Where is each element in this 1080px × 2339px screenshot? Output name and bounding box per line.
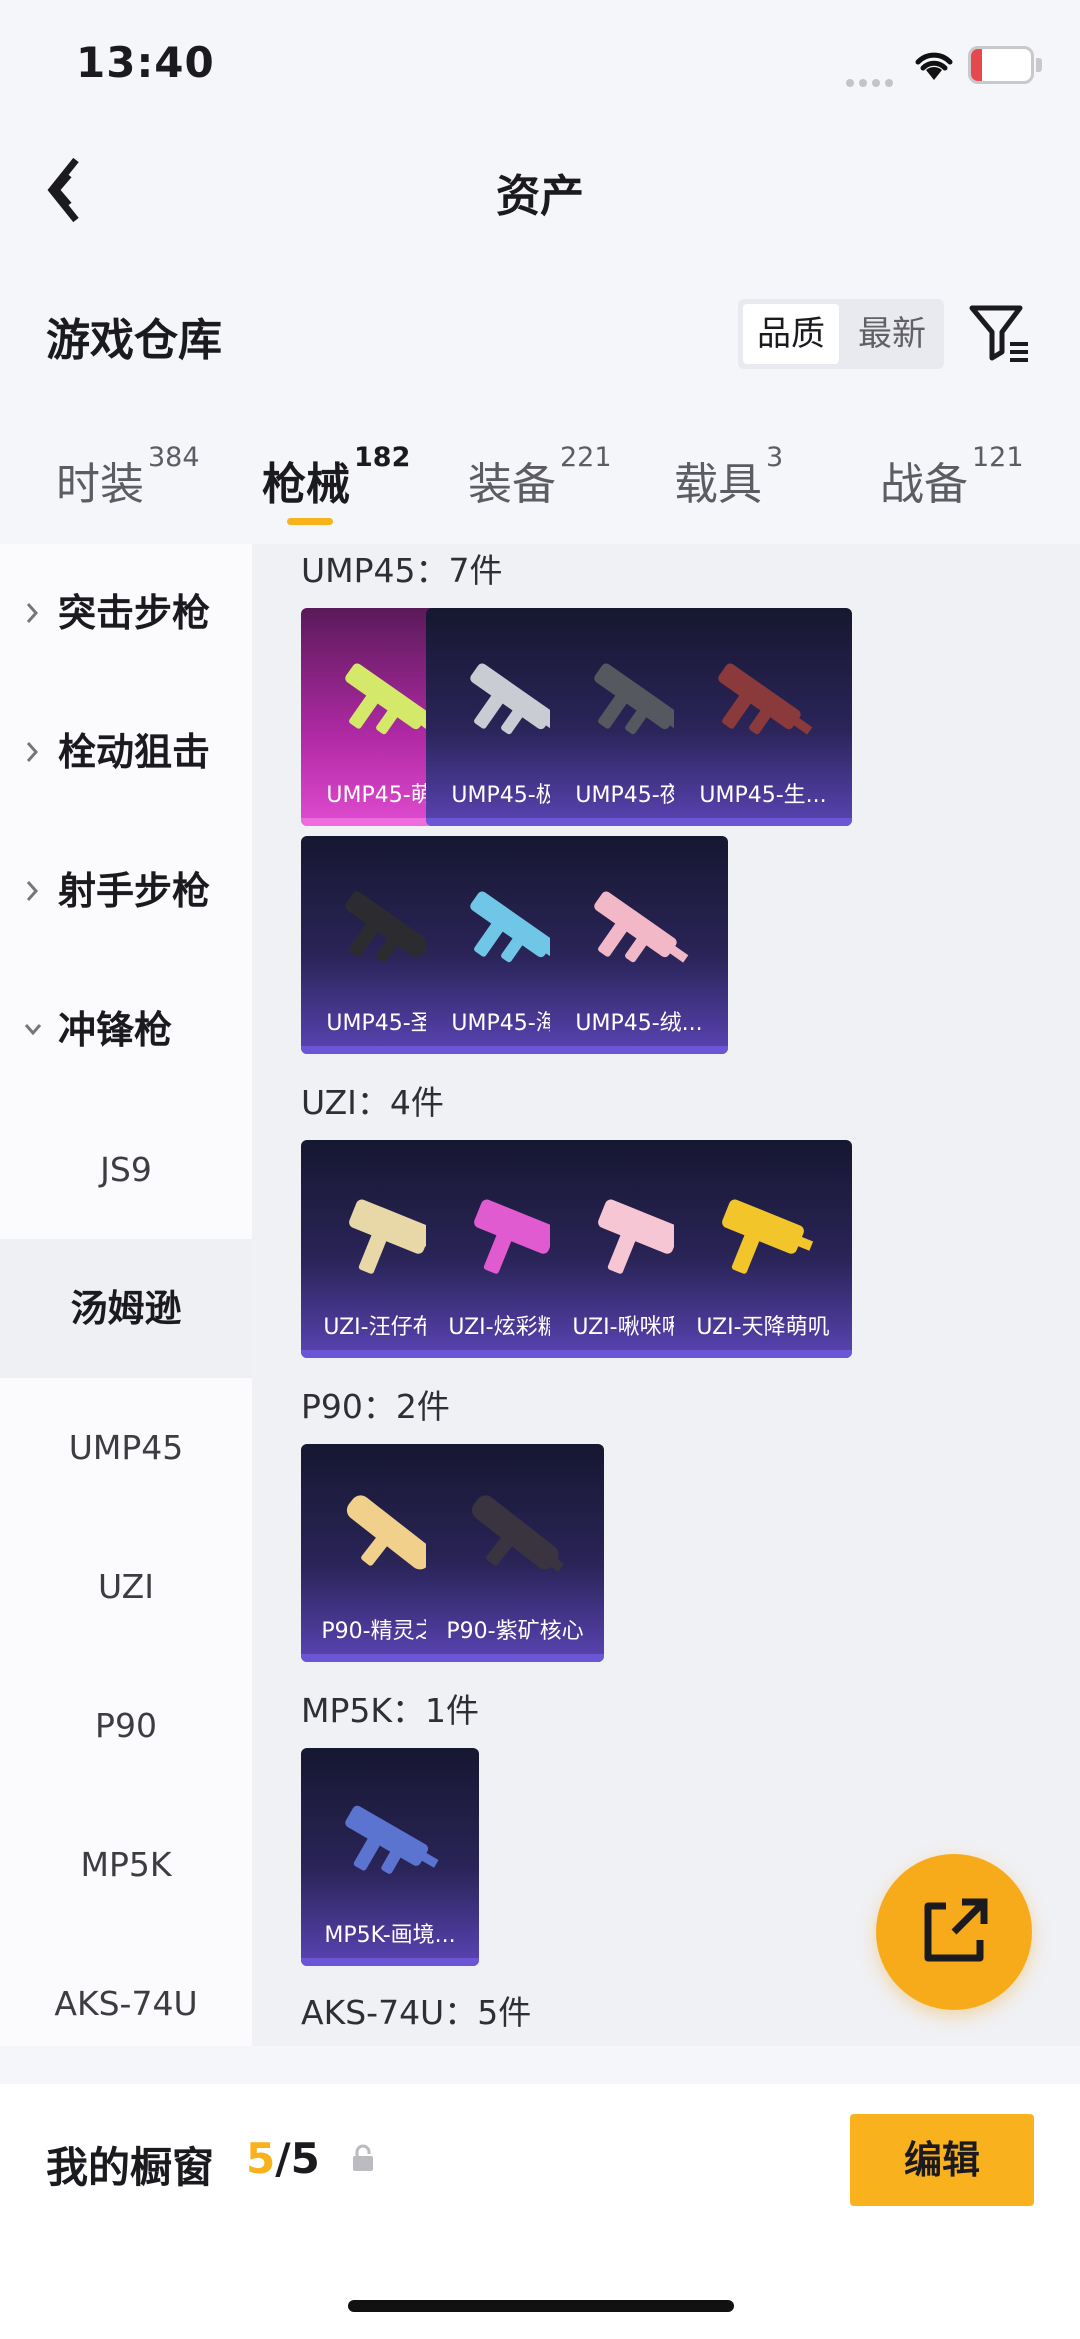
chevron-down-icon (24, 1024, 42, 1036)
tab-vehicles[interactable]: 载具3 (674, 442, 783, 512)
tab-count: 221 (560, 442, 612, 473)
sidebar-category-smg[interactable]: 冲锋枪 (0, 961, 252, 1100)
rarity-strip (426, 1654, 604, 1662)
tab-indicator (287, 518, 333, 525)
chevron-right-icon (26, 881, 39, 901)
item-card[interactable]: P90-紫矿核心 (426, 1444, 604, 1662)
battery-cap (1036, 58, 1042, 72)
sort-toggle: 品质 最新 (738, 299, 944, 369)
tab-count: 3 (766, 442, 784, 473)
tab-count: 182 (354, 442, 411, 473)
rarity-strip (674, 1350, 852, 1358)
tab-skins[interactable]: 时装384 (56, 442, 200, 512)
tab-firearms[interactable]: 枪械182 (262, 442, 410, 512)
rarity-strip (674, 818, 852, 826)
item-card[interactable]: UZI-天降萌叽 (674, 1140, 852, 1358)
filter-icon[interactable] (968, 300, 1032, 364)
showcase-count: 5/5 (246, 2134, 320, 2183)
sort-newest-button[interactable]: 最新 (844, 304, 940, 364)
tab-gear[interactable]: 装备221 (468, 442, 612, 512)
showcase-label: 我的橱窗 (46, 2143, 215, 2192)
p90-icon (471, 1495, 565, 1573)
item-name: P90-紫矿核心 (446, 1619, 584, 1644)
sidebar-item-js9[interactable]: JS9 (0, 1100, 252, 1239)
status-time: 13:40 (76, 38, 215, 87)
item-name: MP5K-画境... (324, 1923, 456, 1948)
wifi-icon (915, 52, 953, 80)
sidebar-category-dmr[interactable]: 射手步枪 (0, 822, 252, 961)
group-title: UMP45：7件 (301, 551, 503, 590)
sidebar: 突击步枪 栓动狙击 射手步枪 冲锋枪 JS9 汤姆逊 UMP45 UZI P90… (0, 544, 252, 2046)
tab-count: 121 (972, 442, 1024, 473)
tab-supplies[interactable]: 战备121 (880, 442, 1024, 512)
group-title: MP5K：1件 (301, 1691, 480, 1730)
rarity-strip (301, 1958, 479, 1966)
item-name: UMP45-生... (699, 783, 827, 808)
chevron-right-icon (26, 742, 39, 762)
signal-icon (846, 72, 898, 87)
sidebar-item-aks74u[interactable]: AKS-74U (0, 1934, 252, 2046)
group-title: P90：2件 (301, 1387, 450, 1426)
sidebar-category-bolt-sniper[interactable]: 栓动狙击 (0, 683, 252, 822)
sidebar-category-assault-rifle[interactable]: 突击步枪 (0, 544, 252, 683)
sidebar-item-ump45[interactable]: UMP45 (0, 1378, 252, 1517)
group-title: AKS-74U：5件 (301, 1993, 532, 2032)
lock-icon (353, 2144, 373, 2171)
item-name: UMP45-绒... (575, 1011, 703, 1036)
tab-count: 384 (148, 442, 200, 473)
sidebar-item-p90[interactable]: P90 (0, 1656, 252, 1795)
home-indicator (348, 2300, 734, 2312)
item-name: UZI-天降萌叽 (696, 1315, 830, 1340)
sidebar-item-uzi[interactable]: UZI (0, 1517, 252, 1656)
rarity-strip (550, 1046, 728, 1054)
uzi-icon (722, 1199, 814, 1274)
smg-icon (718, 663, 813, 735)
item-card[interactable]: MP5K-画境... (301, 1748, 479, 1966)
group-title: UZI：4件 (301, 1083, 444, 1122)
sort-quality-button[interactable]: 品质 (743, 304, 839, 364)
page-title: 资产 (496, 171, 584, 222)
share-button[interactable] (876, 1854, 1032, 2010)
sidebar-item-mp5k[interactable]: MP5K (0, 1795, 252, 1934)
item-card[interactable]: UMP45-绒... (550, 836, 728, 1054)
smg-icon (345, 1805, 439, 1874)
item-card[interactable]: UMP45-生... (674, 608, 852, 826)
item-grid: UMP45：7件 2级 UMP45-萌... UMP45-极... UMP45-… (252, 544, 1080, 2046)
smg-icon (594, 891, 689, 963)
edit-button[interactable]: 编辑 (850, 2114, 1034, 2206)
chevron-right-icon (26, 603, 39, 623)
category-tabs: 时装384 枪械182 装备221 载具3 战备121 (0, 440, 1080, 540)
battery-level: 19 (982, 49, 1020, 80)
sidebar-item-thompson[interactable]: 汤姆逊 (0, 1239, 252, 1378)
section-title: 游戏仓库 (46, 315, 222, 366)
share-icon (924, 1898, 988, 1962)
battery-icon: 19 (968, 46, 1034, 84)
